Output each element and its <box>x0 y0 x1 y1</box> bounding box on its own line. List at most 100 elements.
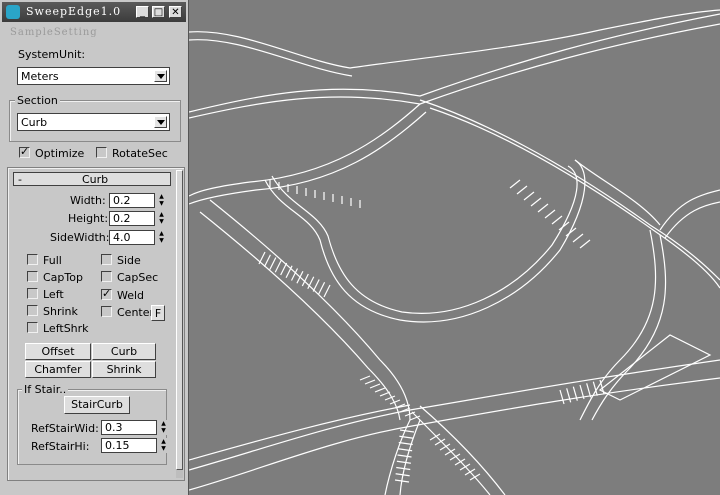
scrollbar-thumb[interactable] <box>176 170 183 470</box>
road-edge <box>271 165 578 314</box>
crosswalk-rung <box>459 463 471 471</box>
curb-button[interactable]: Curb <box>92 343 156 360</box>
height-input[interactable]: 0.2 <box>109 211 155 226</box>
rollout-title: Curb <box>82 173 109 186</box>
staircurb-button[interactable]: StairCurb <box>64 396 130 414</box>
shrink-button[interactable]: Shrink <box>92 361 156 378</box>
refstairwid-input[interactable]: 0.3 <box>101 420 157 435</box>
crosswalk-rung <box>258 251 266 265</box>
crosswalk-rung <box>469 473 481 481</box>
crosswalk-rung <box>516 185 528 195</box>
crosswalk-rung <box>579 239 591 249</box>
width-input[interactable]: 0.2 <box>109 193 155 208</box>
refstairhi-spinner-icon[interactable]: ▲ ▼ <box>159 438 168 453</box>
road-edge <box>419 405 506 495</box>
chevron-down-icon[interactable] <box>154 70 167 82</box>
crosswalk-rung <box>509 179 521 189</box>
road-edge <box>189 13 720 113</box>
refstairhi-label: RefStairHi: <box>31 440 90 453</box>
road-edge <box>189 111 427 205</box>
crosswalk-rung <box>544 209 556 219</box>
road-edge <box>664 201 720 239</box>
leftshrk-checkbox[interactable] <box>27 322 38 333</box>
road-edge <box>189 377 720 491</box>
crosswalk-rung <box>323 284 331 298</box>
width-spinner-icon[interactable]: ▲ ▼ <box>157 193 166 208</box>
refstairwid-label: RefStairWid: <box>31 422 99 435</box>
crosswalk-rung <box>374 387 386 393</box>
road-edge <box>189 359 720 471</box>
refstairwid-spinner-icon[interactable]: ▲ ▼ <box>159 420 168 435</box>
viewport[interactable] <box>189 0 720 495</box>
height-spinner-icon[interactable]: ▲ ▼ <box>157 211 166 226</box>
sidewidth-label: SideWidth: <box>50 231 110 244</box>
shrink-checkbox[interactable] <box>27 305 38 316</box>
capsec-checkbox[interactable] <box>101 271 112 282</box>
crosswalk-rung <box>537 203 549 213</box>
optimize-checkbox[interactable]: ✓ <box>19 146 30 158</box>
crosswalk-rung <box>318 281 326 295</box>
refstairhi-input[interactable]: 0.15 <box>101 438 157 453</box>
left-label: Left <box>43 288 64 301</box>
rotatesec-label: RotateSec <box>112 147 168 160</box>
captop-checkbox[interactable] <box>27 271 38 282</box>
sidewidth-spinner-icon[interactable]: ▲ ▼ <box>157 230 166 245</box>
road-edge <box>209 199 411 421</box>
wireframe-canvas <box>189 9 720 495</box>
crosswalk-rung <box>274 259 282 273</box>
chevron-down-icon[interactable] <box>154 116 167 128</box>
center-checkbox[interactable] <box>101 306 112 317</box>
weld-checkbox[interactable]: ✓ <box>101 288 112 300</box>
sidewidth-input[interactable]: 4.0 <box>109 230 155 245</box>
crosswalk-rung <box>359 375 371 381</box>
crosswalk-rung <box>364 379 376 385</box>
road-edge <box>199 211 401 421</box>
rollout-toggle: - <box>18 173 22 186</box>
close-icon[interactable]: ✕ <box>169 6 182 18</box>
center-f-button[interactable]: F <box>151 305 165 321</box>
road-edge <box>189 9 720 69</box>
crosswalk-rung <box>559 389 565 405</box>
full-checkbox[interactable] <box>27 254 38 265</box>
window-title: SweepEdge1.0 <box>26 5 122 18</box>
crosswalk-rung <box>464 468 476 476</box>
section-label: Section <box>15 94 60 107</box>
utility-panel: SweepEdge1.0 _ □ ✕ SampleSetting SystemU… <box>0 0 189 495</box>
crosswalk-rung <box>566 388 572 403</box>
crosswalk-rung <box>396 466 411 471</box>
crosswalk-rung <box>586 383 592 398</box>
panel-scrollbar[interactable] <box>176 170 183 478</box>
road-edge <box>411 411 491 495</box>
crosswalk-rung <box>369 383 381 389</box>
crosswalk-rung <box>558 221 570 231</box>
sample-setting-label: SampleSetting <box>10 27 98 38</box>
section-dropdown[interactable]: Curb <box>17 113 170 131</box>
road-edge <box>419 99 720 281</box>
title-bar: SweepEdge1.0 _ □ ✕ <box>2 2 186 22</box>
crosswalk-rung <box>296 270 304 284</box>
section-value: Curb <box>21 116 48 129</box>
crosswalk-rung <box>551 215 563 225</box>
road-edge <box>598 334 712 401</box>
side-checkbox[interactable] <box>101 254 112 265</box>
minimize-icon[interactable]: _ <box>136 6 149 18</box>
height-label: Height: <box>68 212 109 225</box>
road-edge <box>659 189 720 231</box>
crosswalk-rung <box>312 279 320 292</box>
offset-button[interactable]: Offset <box>25 343 91 360</box>
crosswalk-rung <box>269 257 277 270</box>
chamfer-button[interactable]: Chamfer <box>25 361 91 378</box>
left-checkbox[interactable] <box>27 288 38 299</box>
crosswalk-rung <box>384 395 396 401</box>
optimize-label: Optimize <box>35 147 85 160</box>
leftshrk-label: LeftShrk <box>43 322 89 335</box>
system-unit-value: Meters <box>21 70 59 83</box>
weld-label: Weld <box>117 289 145 302</box>
road-edge <box>189 23 720 119</box>
system-unit-dropdown[interactable]: Meters <box>17 67 170 85</box>
road-edge <box>264 159 586 323</box>
maximize-icon[interactable]: □ <box>152 6 165 18</box>
rotatesec-checkbox[interactable] <box>96 147 107 158</box>
curb-rollout-header[interactable]: - Curb <box>13 172 171 186</box>
app-icon <box>6 5 20 19</box>
